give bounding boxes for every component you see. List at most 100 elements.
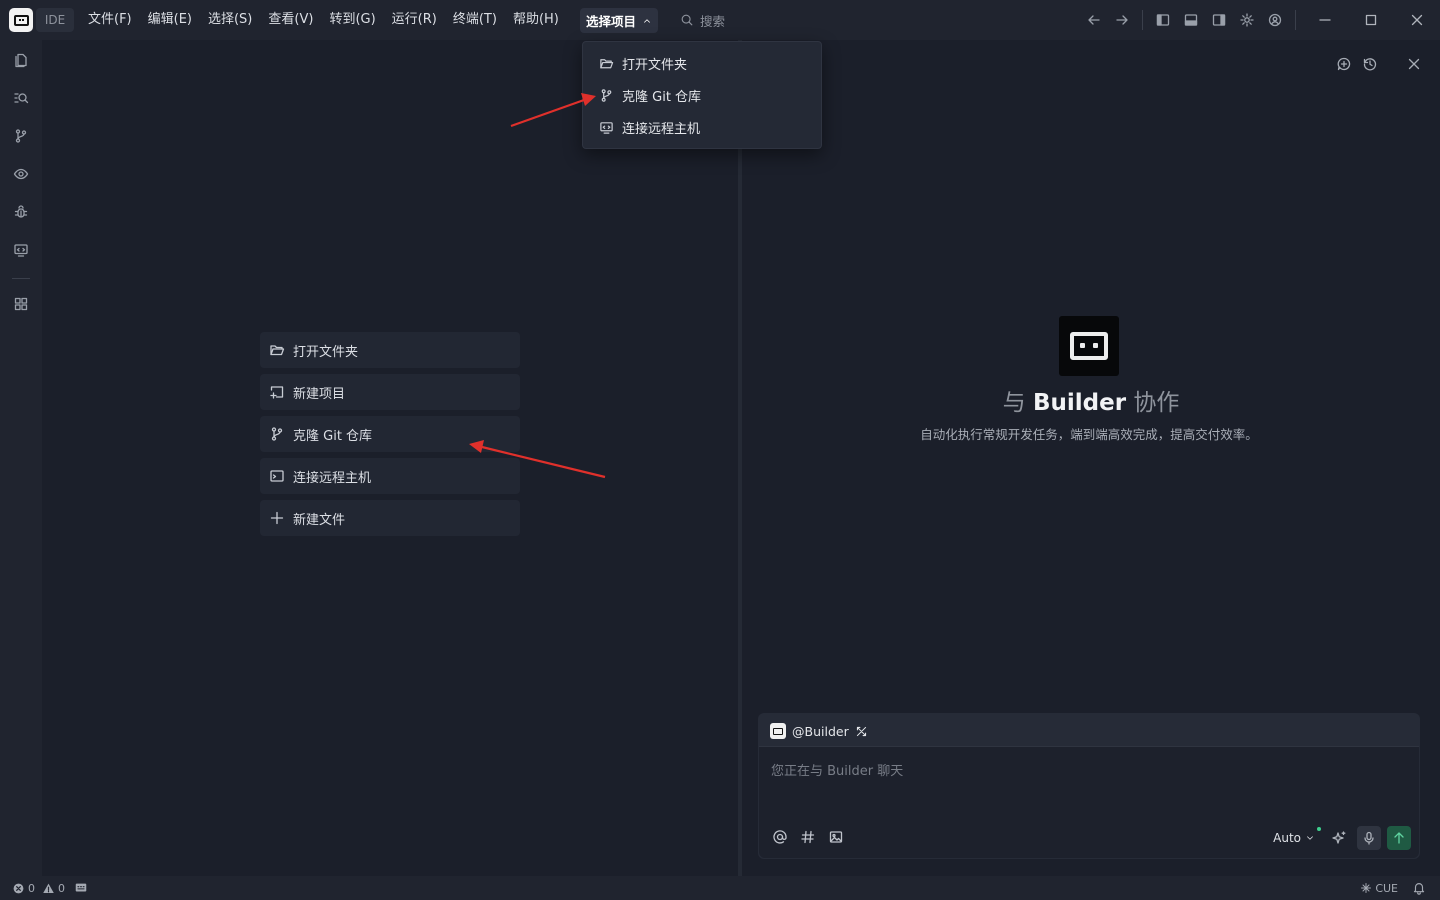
menu-go[interactable]: 转到(G) [321, 0, 383, 40]
close-window-button[interactable] [1394, 0, 1440, 40]
source-control-button[interactable] [9, 124, 33, 148]
sparkle-icon [1332, 831, 1346, 844]
image-icon [829, 831, 843, 843]
close-panel-button[interactable] [1402, 52, 1426, 76]
menu-help[interactable]: 帮助(H) [505, 0, 567, 40]
welcome-open-folder-button[interactable]: 打开文件夹 [260, 332, 520, 368]
menu-selection[interactable]: 选择(S) [200, 0, 260, 40]
builder-logo-icon [1059, 316, 1119, 376]
image-upload-button[interactable] [825, 826, 847, 848]
error-count: 0 [28, 881, 35, 895]
chat-placeholder: 您正在与 Builder 聊天 [771, 764, 904, 779]
minimize-icon [1319, 19, 1331, 21]
welcome-new-file-button[interactable]: 新建文件 [260, 500, 520, 536]
title-actions [1080, 0, 1440, 40]
hashtag-button[interactable] [797, 826, 819, 848]
search-icon [681, 14, 693, 26]
layout-right-icon [1212, 14, 1226, 26]
settings-button[interactable] [1233, 6, 1261, 34]
minimize-button[interactable] [1302, 0, 1348, 40]
menu-edit[interactable]: 编辑(E) [140, 0, 200, 40]
title-separator [1295, 10, 1296, 30]
builder-title: 与 Builder 协作 [742, 383, 1440, 417]
folder-open-icon [600, 58, 614, 68]
extensions-button[interactable] [9, 292, 33, 316]
cue-label: CUE [1375, 881, 1398, 895]
terminal-window-icon [270, 470, 284, 482]
files-icon [15, 53, 27, 68]
notifications-button[interactable] [1412, 881, 1426, 895]
nav-forward-button[interactable] [1108, 6, 1136, 34]
voice-input-button[interactable] [1357, 826, 1381, 850]
toggle-panel-button[interactable] [1177, 6, 1205, 34]
status-dot [1317, 827, 1321, 831]
search-box[interactable]: 搜索 [672, 8, 792, 32]
gear-icon [1240, 13, 1254, 27]
cue-indicator[interactable]: CUE [1360, 882, 1398, 895]
app-badge[interactable]: IDE [36, 8, 74, 32]
welcome-item-label: 连接远程主机 [293, 470, 372, 486]
layout-bottom-icon [1184, 14, 1198, 26]
ports-icon [75, 883, 87, 892]
menu-run[interactable]: 运行(R) [384, 0, 445, 40]
chevron-down-icon [1307, 836, 1313, 840]
debug-button[interactable] [9, 200, 33, 224]
history-button[interactable] [1358, 52, 1382, 76]
mention-button[interactable] [769, 826, 791, 848]
status-right: CUE [1360, 881, 1426, 895]
dropdown-item-label: 连接远程主机 [622, 121, 701, 137]
search-view-button[interactable] [9, 86, 33, 110]
welcome-actions: 打开文件夹 新建项目 克隆 Git 仓库 连接远程主机 新建文件 [260, 332, 520, 542]
close-icon [1411, 14, 1423, 26]
enhance-prompt-button[interactable] [1327, 826, 1351, 850]
model-select[interactable]: Auto [1273, 827, 1321, 845]
menu-terminal[interactable]: 终端(T) [445, 0, 505, 40]
panel-toolbar [1332, 52, 1426, 76]
chevron-up-icon [644, 18, 650, 23]
menu-view[interactable]: 查看(V) [260, 0, 321, 40]
welcome-new-project-button[interactable]: 新建项目 [260, 374, 520, 410]
dropdown-clone-git[interactable]: 克隆 Git 仓库 [583, 79, 821, 111]
remote-monitor-icon [14, 244, 28, 257]
nav-back-button[interactable] [1080, 6, 1108, 34]
new-chat-button[interactable] [1332, 52, 1356, 76]
dropdown-open-folder[interactable]: 打开文件夹 [583, 47, 821, 79]
user-circle-icon [1268, 13, 1282, 27]
chat-agent-header[interactable]: @Builder [770, 721, 868, 741]
builder-title-prefix: 与 [1002, 390, 1026, 416]
arrow-right-icon [1116, 15, 1128, 25]
send-button[interactable] [1387, 826, 1411, 850]
project-select-button[interactable]: 选择项目 [580, 8, 658, 33]
explorer-button[interactable] [9, 48, 33, 72]
chat-agent-name: @Builder [792, 723, 849, 739]
maximize-button[interactable] [1348, 0, 1394, 40]
remote-button[interactable] [9, 238, 33, 262]
app-logo-icon[interactable] [9, 8, 33, 32]
search-list-icon [14, 93, 29, 104]
folder-open-icon [270, 345, 285, 356]
toggle-secondary-sidebar-button[interactable] [1205, 6, 1233, 34]
menu-file[interactable]: 文件(F) [80, 0, 140, 40]
preview-button[interactable] [9, 162, 33, 186]
grid-icon [14, 297, 28, 311]
dropdown-item-label: 克隆 Git 仓库 [622, 89, 702, 105]
welcome-connect-remote-button[interactable]: 连接远程主机 [260, 458, 520, 494]
account-button[interactable] [1261, 6, 1289, 34]
layout-left-icon [1156, 14, 1170, 26]
builder-subtitle: 自动化执行常规开发任务，端到端高效完成，提高交付效率。 [920, 427, 1258, 442]
dropdown-connect-remote[interactable]: 连接远程主机 [583, 111, 821, 143]
activity-separator [12, 278, 30, 279]
chat-input-area[interactable]: 您正在与 Builder 聊天 Auto [759, 746, 1419, 858]
toggle-primary-sidebar-button[interactable] [1149, 6, 1177, 34]
chat-actions: Auto [1273, 826, 1411, 850]
problems-indicator[interactable]: 0 0 [12, 881, 88, 895]
cue-icon [1361, 883, 1372, 893]
dropdown-item-label: 打开文件夹 [622, 57, 688, 73]
maximize-icon [1365, 14, 1377, 26]
chat-tools [769, 826, 847, 848]
git-branch-icon [601, 88, 612, 102]
welcome-clone-git-button[interactable]: 克隆 Git 仓库 [260, 416, 520, 452]
at-icon [773, 830, 787, 844]
builder-title-brand: Builder [1032, 390, 1127, 416]
tools-icon [856, 726, 866, 736]
